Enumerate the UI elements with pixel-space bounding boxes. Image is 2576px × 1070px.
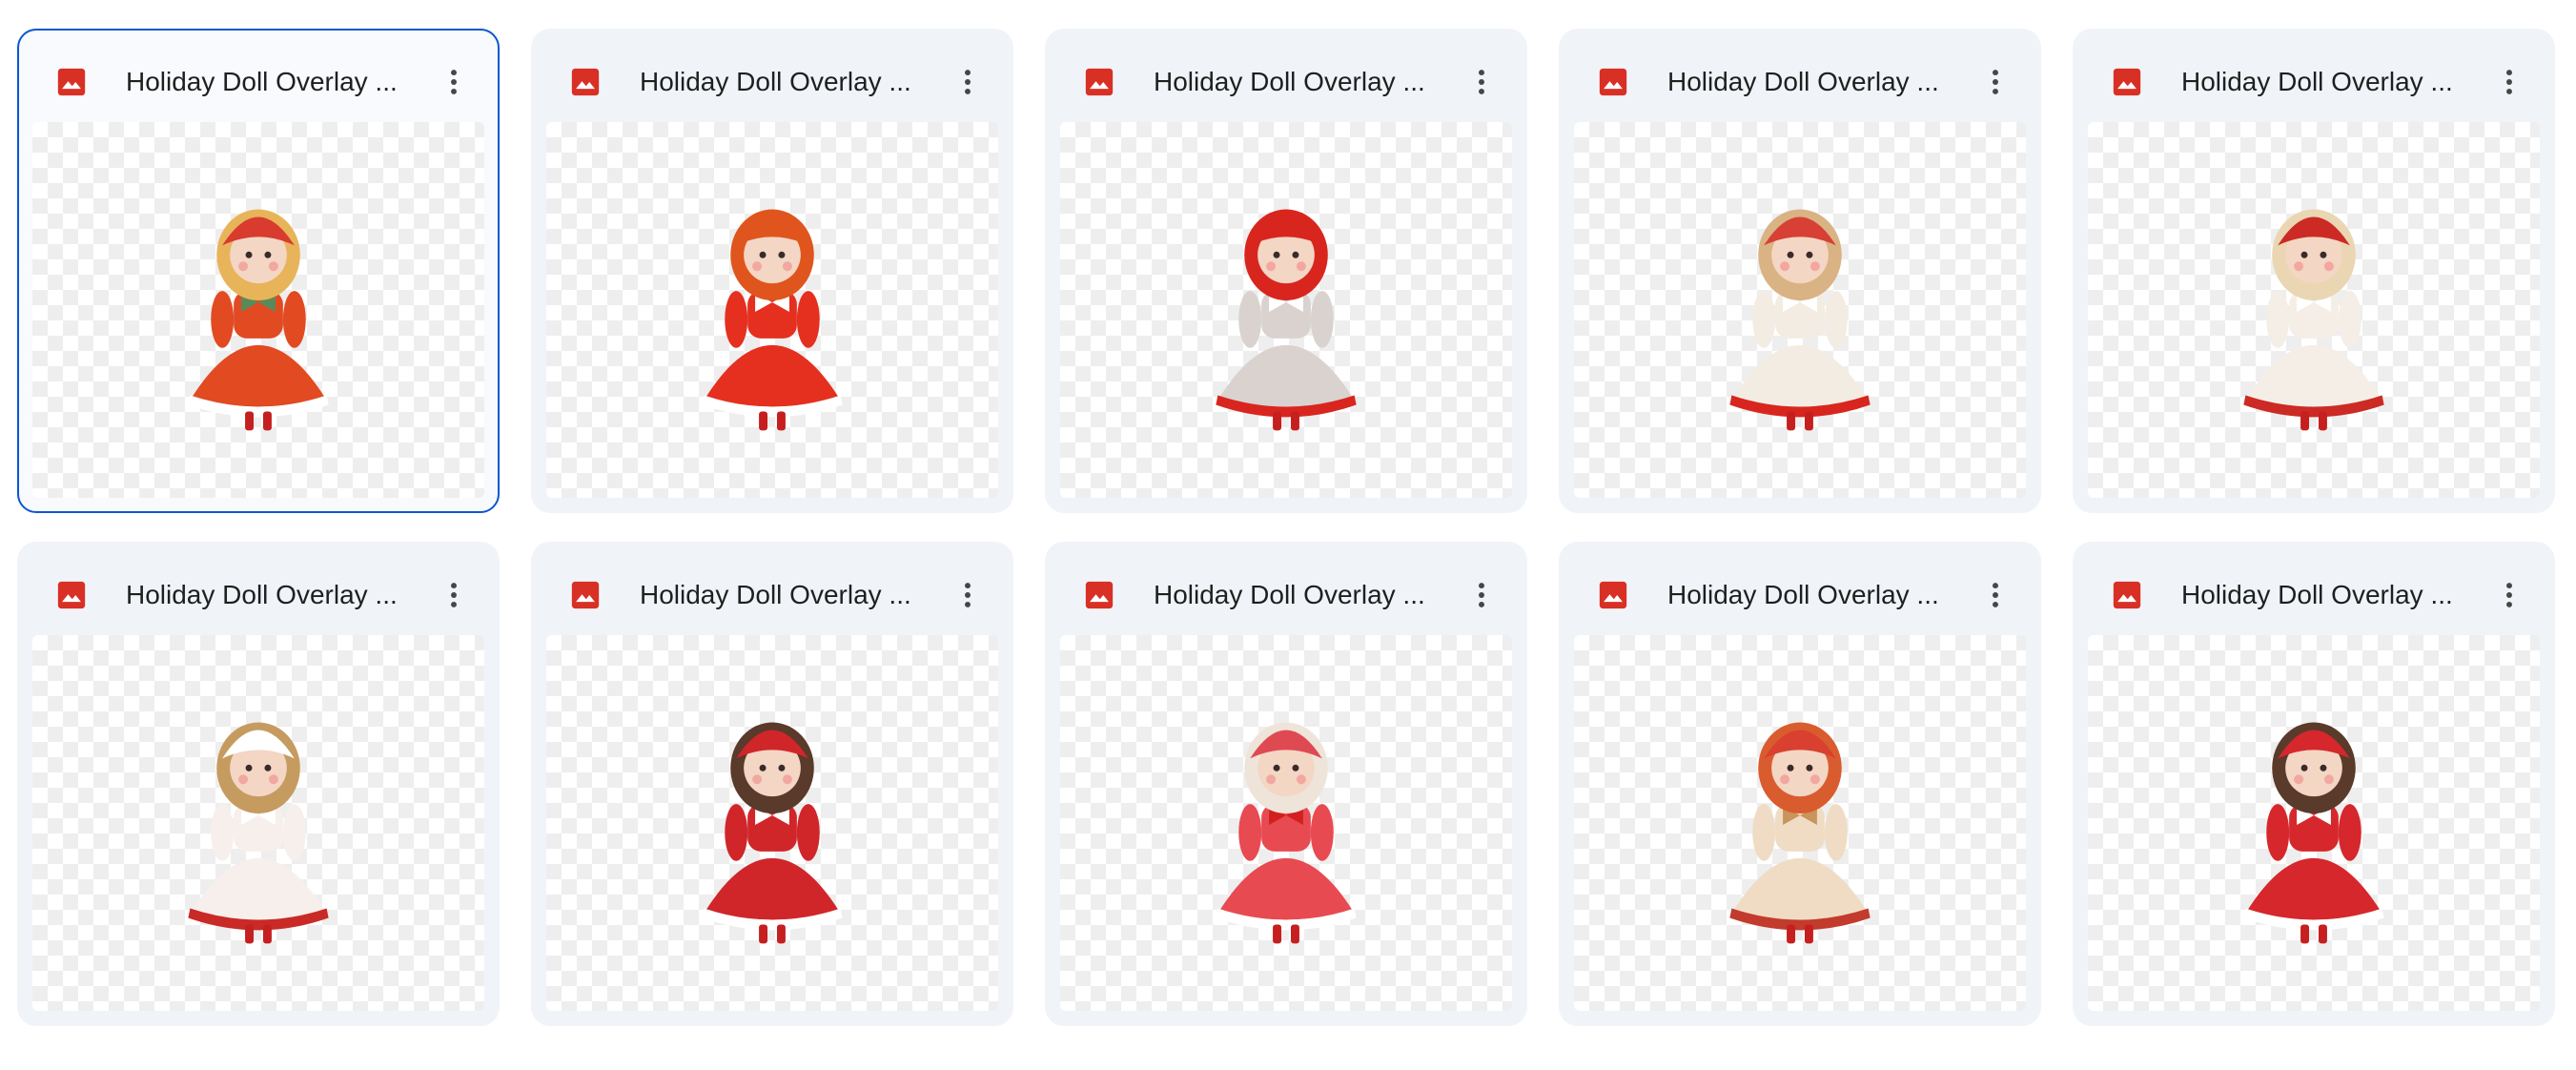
file-name: Holiday Doll Overlay ... — [1667, 67, 1939, 96]
file-card-header: Holiday Doll Overlay ... — [1561, 544, 2039, 637]
doll-thumbnail-image — [1216, 722, 1357, 944]
file-grid: Holiday Doll Overlay ... Holiday Doll Ove… — [17, 29, 2555, 1026]
image-file-icon — [57, 581, 86, 609]
more-actions-button[interactable] — [947, 61, 989, 103]
more-vert-icon — [1993, 70, 1998, 94]
file-card[interactable]: Holiday Doll Overlay ... — [531, 29, 1013, 513]
file-card-header: Holiday Doll Overlay ... — [1047, 31, 1525, 124]
image-file-icon — [57, 68, 86, 96]
file-name: Holiday Doll Overlay ... — [1154, 580, 1425, 609]
file-thumbnail[interactable] — [1574, 122, 2026, 498]
more-actions-button[interactable] — [1461, 574, 1503, 616]
image-file-icon — [2113, 581, 2141, 609]
file-card[interactable]: Holiday Doll Overlay ... — [1045, 542, 1527, 1026]
file-thumbnail[interactable] — [2088, 122, 2540, 498]
more-vert-icon — [2506, 583, 2512, 607]
file-name: Holiday Doll Overlay ... — [126, 67, 398, 96]
image-file-icon — [571, 68, 600, 96]
doll-thumbnail-image — [1729, 209, 1871, 431]
file-thumbnail[interactable] — [32, 122, 484, 498]
more-vert-icon — [965, 70, 971, 94]
more-vert-icon — [451, 583, 457, 607]
doll-thumbnail-image — [702, 209, 843, 431]
doll-thumbnail-image — [1729, 722, 1871, 944]
file-card-header: Holiday Doll Overlay ... — [2075, 31, 2553, 124]
file-thumbnail[interactable] — [1574, 635, 2026, 1011]
file-thumbnail[interactable] — [1060, 122, 1512, 498]
more-actions-button[interactable] — [433, 574, 475, 616]
file-card-header: Holiday Doll Overlay ... — [2075, 544, 2553, 637]
file-card-header: Holiday Doll Overlay ... — [19, 544, 498, 637]
file-card[interactable]: Holiday Doll Overlay ... — [1559, 29, 2041, 513]
file-card-header: Holiday Doll Overlay ... — [533, 544, 1012, 637]
doll-thumbnail-image — [188, 209, 329, 431]
file-name: Holiday Doll Overlay ... — [126, 580, 398, 609]
file-thumbnail[interactable] — [546, 122, 998, 498]
doll-thumbnail-image — [2243, 209, 2384, 431]
doll-thumbnail-image — [1216, 209, 1357, 431]
file-card[interactable]: Holiday Doll Overlay ... — [531, 542, 1013, 1026]
more-vert-icon — [1479, 583, 1484, 607]
more-vert-icon — [451, 70, 457, 94]
file-card-header: Holiday Doll Overlay ... — [19, 31, 498, 124]
more-vert-icon — [1479, 70, 1484, 94]
file-card[interactable]: Holiday Doll Overlay ... — [1559, 542, 2041, 1026]
file-name: Holiday Doll Overlay ... — [640, 580, 911, 609]
file-thumbnail[interactable] — [32, 635, 484, 1011]
file-name: Holiday Doll Overlay ... — [1154, 67, 1425, 96]
more-actions-button[interactable] — [433, 61, 475, 103]
file-name: Holiday Doll Overlay ... — [2181, 580, 2453, 609]
file-card-header: Holiday Doll Overlay ... — [1561, 31, 2039, 124]
doll-thumbnail-image — [188, 722, 329, 944]
file-thumbnail[interactable] — [1060, 635, 1512, 1011]
file-thumbnail[interactable] — [2088, 635, 2540, 1011]
more-vert-icon — [965, 583, 971, 607]
image-file-icon — [1085, 581, 1114, 609]
file-card[interactable]: Holiday Doll Overlay ... — [1045, 29, 1527, 513]
image-file-icon — [1085, 68, 1114, 96]
file-card[interactable]: Holiday Doll Overlay ... — [17, 29, 500, 513]
file-card-header: Holiday Doll Overlay ... — [533, 31, 1012, 124]
file-card[interactable]: Holiday Doll Overlay ... — [2073, 542, 2555, 1026]
more-actions-button[interactable] — [947, 574, 989, 616]
more-vert-icon — [2506, 70, 2512, 94]
image-file-icon — [1599, 581, 1627, 609]
file-name: Holiday Doll Overlay ... — [640, 67, 911, 96]
doll-thumbnail-image — [2243, 722, 2384, 944]
file-thumbnail[interactable] — [546, 635, 998, 1011]
more-actions-button[interactable] — [2488, 61, 2530, 103]
file-name: Holiday Doll Overlay ... — [1667, 580, 1939, 609]
more-vert-icon — [1993, 583, 1998, 607]
image-file-icon — [1599, 68, 1627, 96]
more-actions-button[interactable] — [1461, 61, 1503, 103]
image-file-icon — [571, 581, 600, 609]
more-actions-button[interactable] — [1974, 61, 2016, 103]
file-name: Holiday Doll Overlay ... — [2181, 67, 2453, 96]
more-actions-button[interactable] — [1974, 574, 2016, 616]
file-card-header: Holiday Doll Overlay ... — [1047, 544, 1525, 637]
more-actions-button[interactable] — [2488, 574, 2530, 616]
image-file-icon — [2113, 68, 2141, 96]
file-card[interactable]: Holiday Doll Overlay ... — [17, 542, 500, 1026]
file-card[interactable]: Holiday Doll Overlay ... — [2073, 29, 2555, 513]
doll-thumbnail-image — [702, 722, 843, 944]
